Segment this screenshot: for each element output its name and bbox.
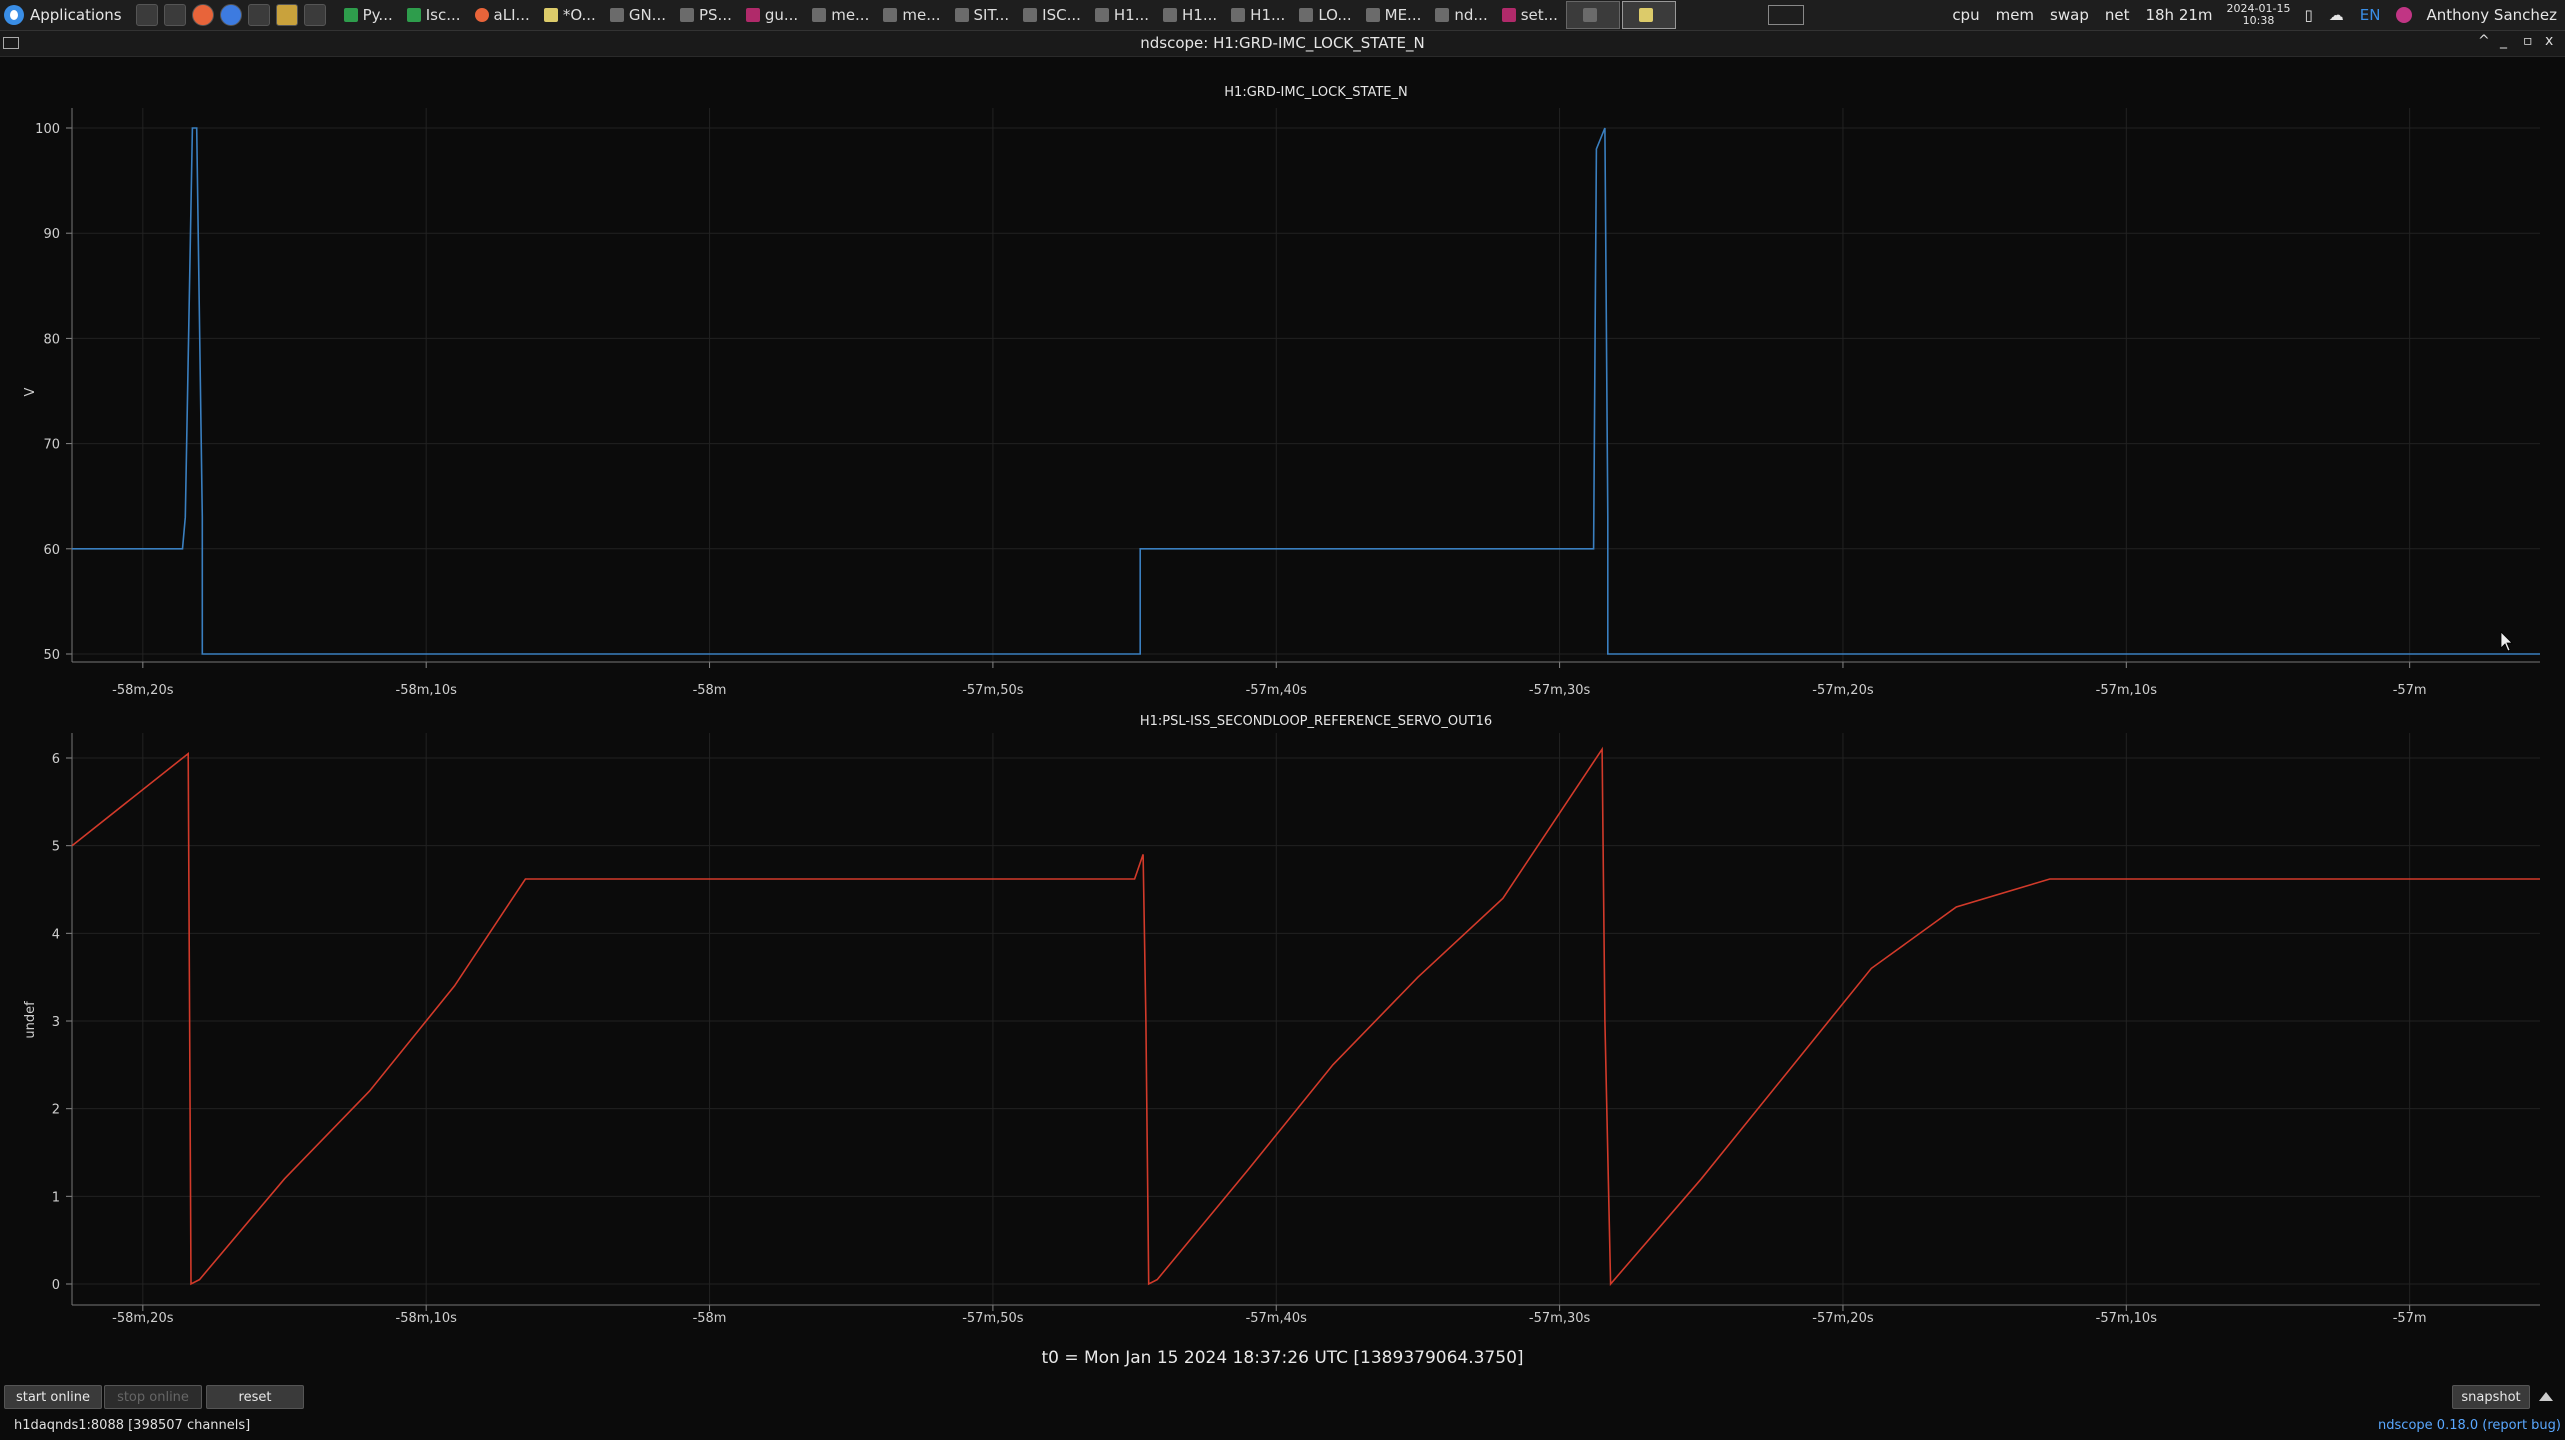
x-tick-label: -57m,40s	[1246, 683, 1308, 698]
x-tick-label: -57m,20s	[1812, 1311, 1874, 1326]
y-axis-label: undef	[23, 1001, 38, 1039]
x-tick-label: -58m,10s	[396, 683, 458, 698]
x-tick-label: -57m,10s	[2096, 1311, 2158, 1326]
x-tick-label: -57m,10s	[2096, 683, 2158, 698]
x-tick-label: -57m	[2393, 683, 2427, 698]
y-tick-label: 5	[52, 840, 60, 855]
x-tick-label: -57m	[2393, 1311, 2427, 1326]
y-tick-label: 90	[43, 227, 60, 242]
y-tick-label: 4	[52, 927, 60, 942]
lock-state-trace	[72, 127, 2540, 655]
y-tick-label: 50	[43, 648, 60, 663]
x-tick-label: -57m,50s	[962, 1311, 1024, 1326]
x-tick-label: -57m,30s	[1529, 683, 1591, 698]
x-tick-label: -57m,20s	[1812, 683, 1874, 698]
plot-title: H1:GRD-IMC_LOCK_STATE_N	[1224, 85, 1407, 100]
t0-label: t0 = Mon Jan 15 2024 18:37:26 UTC [13893…	[1041, 1348, 1524, 1368]
y-tick-label: 80	[43, 332, 60, 347]
y-axis-label: V	[23, 387, 38, 396]
x-tick-label: -58m,10s	[396, 1311, 458, 1326]
version-link[interactable]: ndscope 0.18.0 (report bug)	[2378, 1418, 2561, 1433]
expand-arrow-icon[interactable]	[2539, 1392, 2553, 1401]
start-online-button[interactable]: start online	[4, 1385, 102, 1409]
y-tick-label: 2	[52, 1103, 60, 1118]
x-tick-label: -58m	[693, 1311, 727, 1326]
y-tick-label: 3	[52, 1015, 60, 1030]
y-tick-label: 0	[52, 1278, 60, 1293]
x-tick-label: -57m,50s	[962, 683, 1024, 698]
y-tick-label: 100	[35, 122, 60, 137]
snapshot-button[interactable]: snapshot	[2452, 1385, 2530, 1409]
server-status: h1daqnds1:8088 [398507 channels]	[14, 1418, 251, 1433]
plot-title: H1:PSL-ISS_SECONDLOOP_REFERENCE_SERVO_OU…	[1140, 714, 1492, 729]
plot-area[interactable]: -58m,20s -58m,10s -58m -57m,50s -57m,40s -57m…	[0, 0, 2565, 1440]
x-tick-label: -58m	[693, 683, 727, 698]
x-tick-label: -57m,40s	[1246, 1311, 1308, 1326]
stop-online-button[interactable]: stop online	[104, 1385, 202, 1409]
y-tick-label: 60	[43, 543, 60, 558]
y-tick-label: 6	[52, 752, 60, 767]
reset-button[interactable]: reset	[206, 1385, 304, 1409]
x-tick-label: -58m,20s	[112, 1311, 174, 1326]
x-tick-label: -58m,20s	[112, 683, 174, 698]
y-tick-label: 1	[52, 1190, 60, 1205]
x-tick-label: -57m,30s	[1529, 1311, 1591, 1326]
y-tick-label: 70	[43, 438, 60, 453]
servo-out-trace	[71, 746, 2540, 1287]
mouse-cursor-icon	[2500, 631, 2513, 652]
